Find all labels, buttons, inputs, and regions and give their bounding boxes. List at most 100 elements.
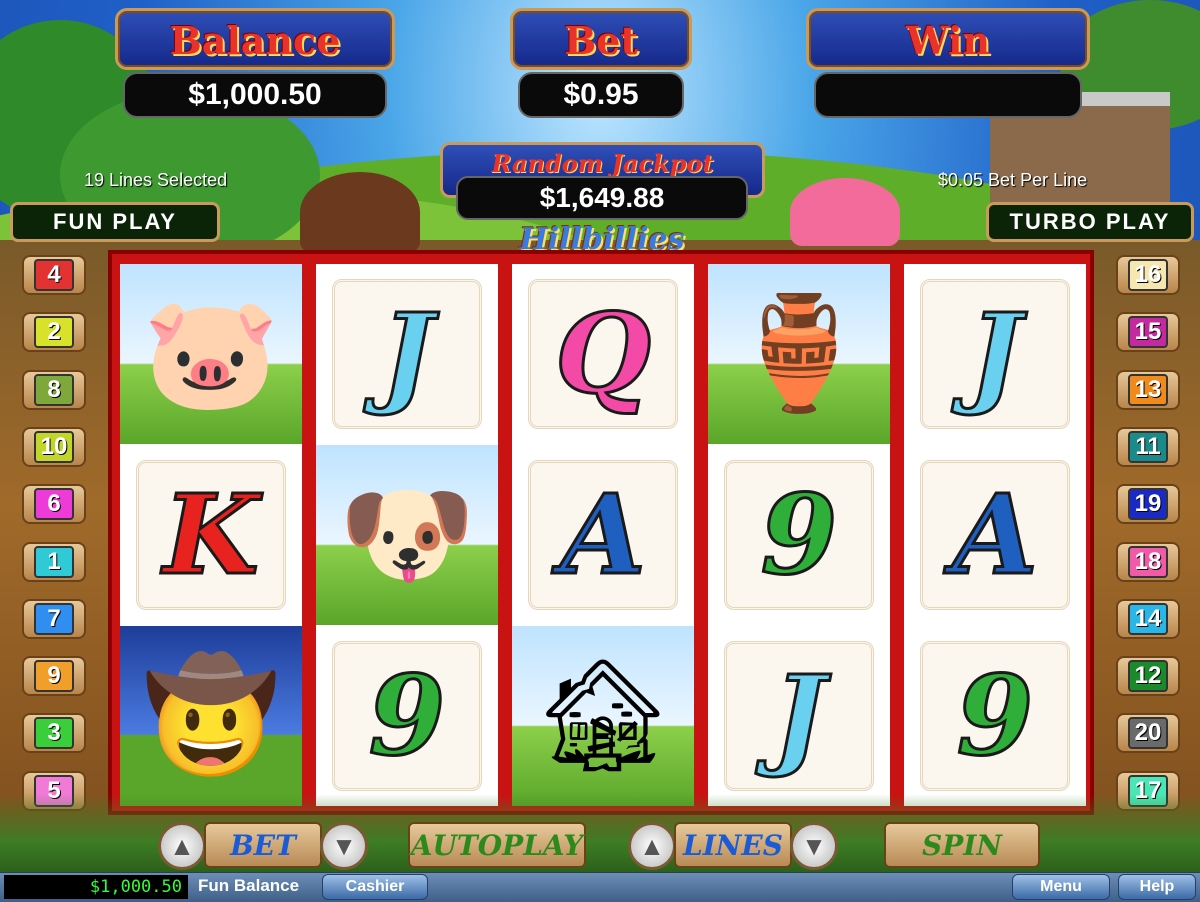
arrow-up-icon: ▲ <box>639 830 665 861</box>
line-button-7[interactable]: 7 <box>22 598 86 639</box>
reel-frame: 🐷 K 🤠 J 🐶 9 Q A 🏚 🏺 9 J J A 9 <box>108 250 1094 815</box>
line-button-11[interactable]: 11 <box>1116 426 1180 467</box>
autoplay-button[interactable]: AUTOPLAY <box>408 822 586 868</box>
line-button-20[interactable]: 20 <box>1116 713 1180 754</box>
reel-symbol-hillbilly: 🤠 <box>120 626 302 806</box>
line-number: 19 <box>1128 488 1168 521</box>
reel-symbol-J: J <box>316 264 498 444</box>
reel-symbol-moonshine-jug: 🏺 <box>708 264 890 444</box>
symbol-letter: J <box>379 289 434 418</box>
symbol-card: A <box>920 460 1070 610</box>
line-number: 16 <box>1128 259 1168 291</box>
hound-dog-icon: 🐶 <box>338 473 476 596</box>
line-button-8[interactable]: 8 <box>22 369 86 410</box>
reel-symbol-9: 9 <box>708 445 890 625</box>
jackpot-value: $1,649.88 <box>456 176 748 220</box>
spin-button[interactable]: SPIN <box>884 822 1040 868</box>
line-number: 20 <box>1128 717 1168 750</box>
bet-up-button[interactable]: ▲ <box>158 822 206 870</box>
line-button-6[interactable]: 6 <box>22 484 86 525</box>
dog-peeking <box>300 172 420 252</box>
line-button-16[interactable]: 16 <box>1116 255 1180 295</box>
reel-symbol-Q: Q <box>512 264 694 444</box>
line-button-19[interactable]: 19 <box>1116 484 1180 525</box>
lines-up-button[interactable]: ▲ <box>628 822 676 870</box>
menu-button[interactable]: Menu <box>1012 874 1110 900</box>
turbo-play-button[interactable]: TURBO PLAY <box>986 202 1194 242</box>
line-button-13[interactable]: 13 <box>1116 369 1180 410</box>
reel-4: 🏺 9 J <box>708 264 890 806</box>
reel-1: 🐷 K 🤠 <box>120 264 302 806</box>
line-number: 1 <box>34 545 74 578</box>
reel-symbol-9: 9 <box>904 626 1086 806</box>
symbol-card: 9 <box>724 460 874 610</box>
symbol-card: 9 <box>332 641 482 791</box>
symbol-card: A <box>528 460 678 610</box>
line-number: 7 <box>34 602 74 635</box>
symbol-letter: A <box>951 470 1039 599</box>
symbol-card: 9 <box>920 641 1070 791</box>
lines-down-button[interactable]: ▼ <box>790 822 838 870</box>
line-number: 3 <box>34 717 74 750</box>
symbol-letter: A <box>559 470 647 599</box>
fun-balance-label: Fun Balance <box>198 876 300 895</box>
symbol-letter: Q <box>554 289 653 418</box>
balance-panel: Balance $1,000.50 <box>115 8 395 118</box>
shack-icon: 🏚 <box>533 654 673 777</box>
reel-symbol-J: J <box>904 264 1086 444</box>
line-number: 18 <box>1128 545 1168 578</box>
line-button-1[interactable]: 1 <box>22 541 86 582</box>
reel-symbol-A: A <box>904 445 1086 625</box>
balance-value: $1,000.50 <box>123 72 387 118</box>
line-button-18[interactable]: 18 <box>1116 541 1180 582</box>
reel-5: JA 9 <box>904 264 1086 806</box>
line-number: 11 <box>1128 430 1168 463</box>
line-button-9[interactable]: 9 <box>22 656 86 697</box>
lines-selected-text: 19 Lines Selected <box>84 170 228 190</box>
line-number: 9 <box>34 660 74 693</box>
reel-symbol-hound-dog: 🐶 <box>316 445 498 625</box>
bet-panel: Bet $0.95 <box>510 8 692 118</box>
lines-label: LINES <box>674 822 792 868</box>
line-button-3[interactable]: 3 <box>22 713 86 754</box>
line-button-4[interactable]: 4 <box>22 255 86 295</box>
arrow-up-icon: ▲ <box>169 830 195 861</box>
reel-symbol-J: J <box>708 626 890 806</box>
arrow-down-icon: ▼ <box>801 830 827 861</box>
win-value <box>814 72 1082 118</box>
fun-balance-value: $1,000.50 <box>4 875 188 899</box>
reel-symbol-9: 9 <box>316 626 498 806</box>
jackpot-title: Random Jackpot <box>491 149 714 178</box>
line-button-15[interactable]: 15 <box>1116 312 1180 353</box>
line-number: 2 <box>34 316 74 349</box>
line-button-14[interactable]: 14 <box>1116 598 1180 639</box>
symbol-letter: 9 <box>759 470 839 599</box>
bet-down-button[interactable]: ▼ <box>320 822 368 870</box>
symbol-letter: 9 <box>367 651 447 780</box>
reel-symbol-pig-in-barrel: 🐷 <box>120 264 302 444</box>
game-stage: Balance $1,000.50 Bet $0.95 Win Random J… <box>0 0 1200 902</box>
reel-symbol-A: A <box>512 445 694 625</box>
symbol-letter: J <box>967 289 1022 418</box>
symbol-card: J <box>332 279 482 429</box>
cashier-button[interactable]: Cashier <box>322 874 428 900</box>
line-button-2[interactable]: 2 <box>22 312 86 353</box>
line-button-12[interactable]: 12 <box>1116 656 1180 697</box>
bet-label: BET <box>204 822 322 868</box>
bet-per-line-text: $0.05 Bet Per Line <box>938 170 1088 190</box>
symbol-card: K <box>136 460 286 610</box>
line-button-10[interactable]: 10 <box>22 426 86 467</box>
win-panel: Win <box>806 8 1090 118</box>
line-number: 8 <box>34 373 74 406</box>
line-number: 15 <box>1128 316 1168 349</box>
pig-peeking <box>790 178 900 246</box>
pig-in-barrel-icon: 🐷 <box>142 292 280 415</box>
help-button[interactable]: Help <box>1118 874 1196 900</box>
line-number: 10 <box>34 430 74 463</box>
line-number: 13 <box>1128 373 1168 406</box>
symbol-card: J <box>920 279 1070 429</box>
balance-title: Balance <box>169 18 341 63</box>
arrow-down-icon: ▼ <box>331 830 357 861</box>
symbol-letter: K <box>162 470 261 599</box>
fun-play-button[interactable]: FUN PLAY <box>10 202 220 242</box>
